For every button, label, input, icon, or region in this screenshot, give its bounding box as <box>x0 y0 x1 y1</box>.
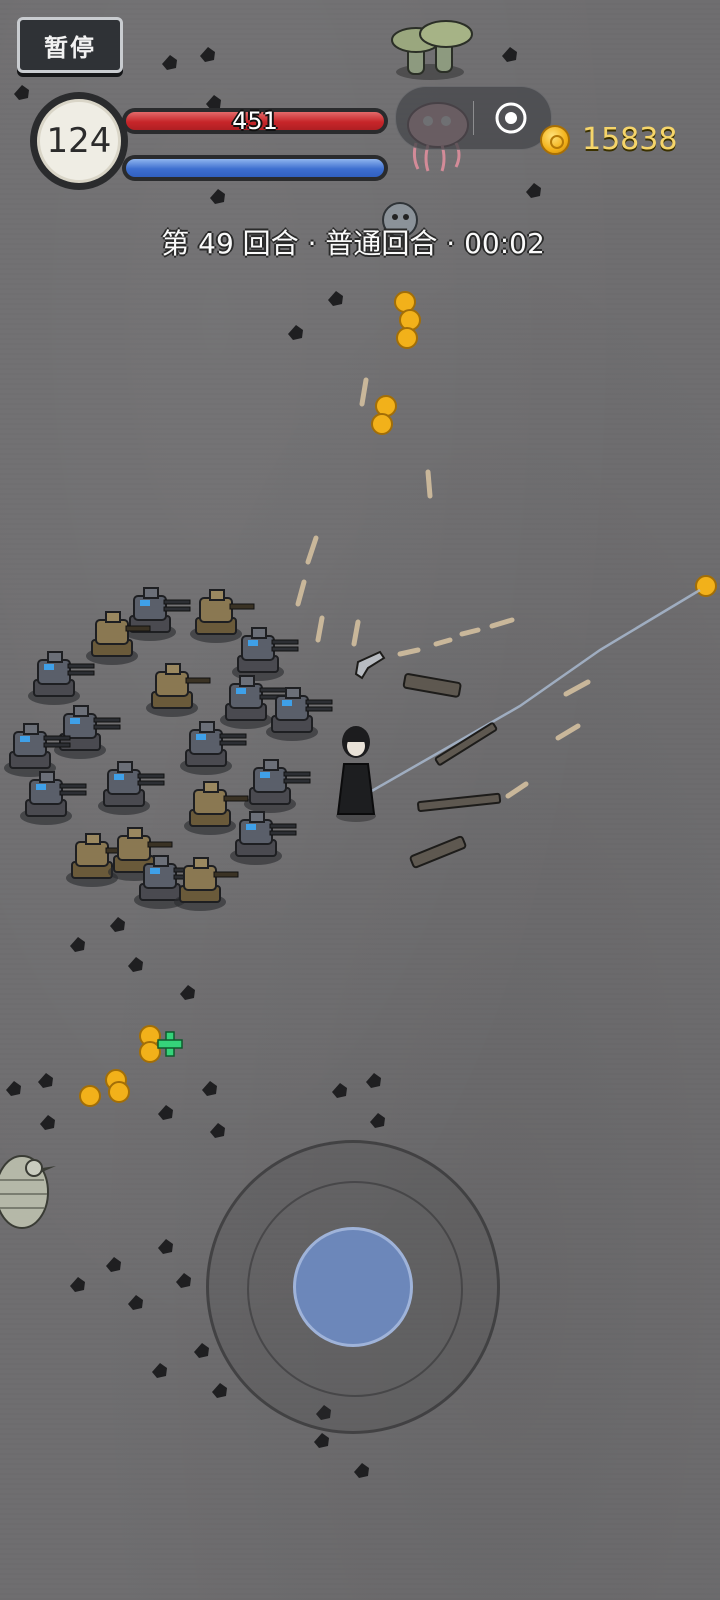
green-cross-icon <box>157 1031 183 1057</box>
target-circle-icon[interactable] <box>492 99 530 137</box>
gold-amount: 15838 <box>582 122 678 157</box>
pause-button[interactable]: 暂停 <box>17 17 123 73</box>
health-value: 451 <box>232 107 278 135</box>
bullets <box>295 377 591 799</box>
virtual-joystick[interactable] <box>206 1140 500 1434</box>
gold-counter: 15838 <box>540 122 677 157</box>
energy-bar <box>122 155 388 181</box>
player-character <box>336 726 376 822</box>
joystick-knob[interactable] <box>293 1227 413 1347</box>
level-value: 124 <box>37 99 121 183</box>
energy-bar-fill <box>126 159 384 177</box>
mini-program-capsule <box>395 86 552 150</box>
mushroom-enemy <box>391 20 473 80</box>
turret-cluster <box>3 587 333 912</box>
capsule-divider <box>473 101 474 135</box>
gold-coin-icon <box>540 124 570 155</box>
more-options-icon[interactable] <box>414 111 454 125</box>
round-info: 第 49 回合 · 普通回合 · 00:02 <box>161 227 545 260</box>
level-badge: 124 <box>30 92 128 190</box>
larva-enemy <box>0 1155 56 1229</box>
system-nav-bar <box>0 1560 720 1600</box>
